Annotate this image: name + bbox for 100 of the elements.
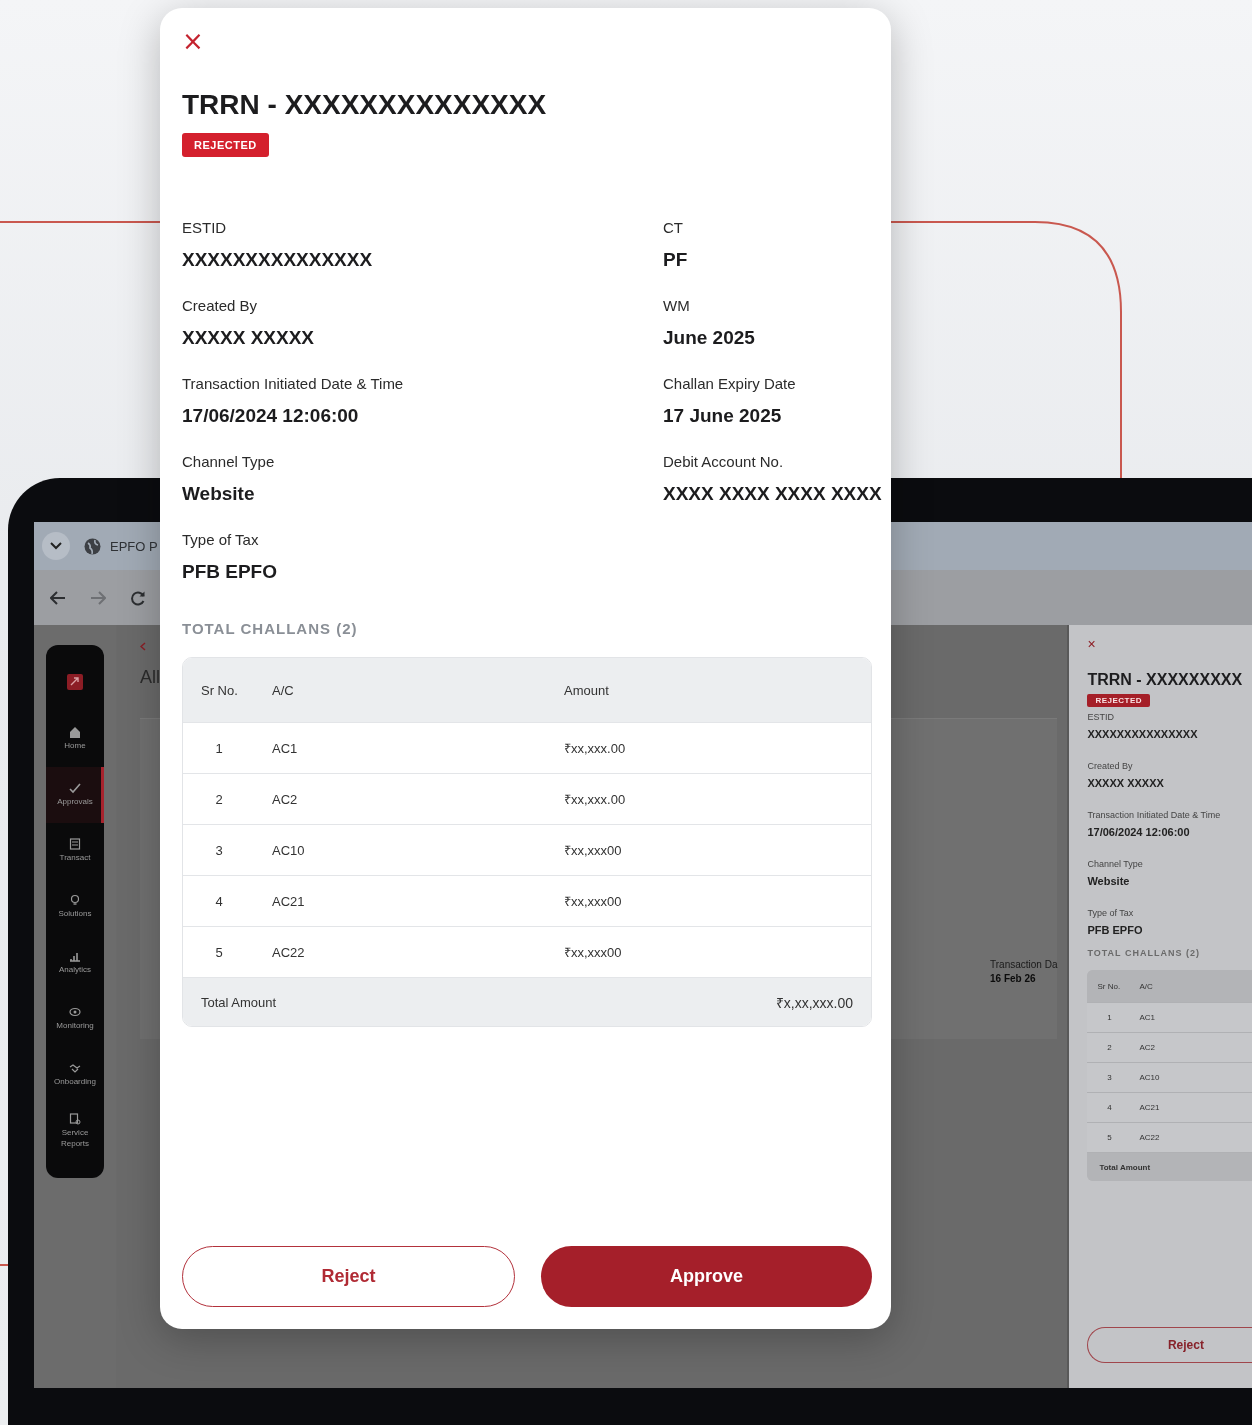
field-label: Debit Account No.	[663, 453, 785, 471]
sidebar-item[interactable]: Monitoring	[46, 991, 104, 1047]
table-cell-text: 3	[1106, 1073, 1113, 1082]
tab-menu-button[interactable]	[42, 532, 70, 560]
sidebar-item[interactable]: Analytics	[46, 935, 104, 991]
sidebar-item[interactable]: Onboarding	[46, 1047, 104, 1103]
sidebar-item[interactable]: Service Reports	[46, 1103, 104, 1159]
field-label: Transaction Initiated Date & Time	[1087, 810, 1222, 820]
bar-chart-icon	[69, 950, 81, 963]
globe-icon	[84, 537, 101, 555]
sidebar-item[interactable]: Transact	[46, 823, 104, 879]
field-value: PF	[663, 248, 689, 272]
field-value: 17 June 2025	[663, 404, 783, 428]
table-cell-text: AC22	[1138, 1133, 1160, 1142]
close-button[interactable]: ×	[182, 34, 204, 48]
panel-title: TRRN - XXXXXXXXX	[1087, 671, 1244, 689]
table-cell-text: ₹xx,xxx00	[564, 944, 622, 961]
sidebar-item[interactable]: Solutions	[46, 879, 104, 935]
column-header: A/C	[271, 682, 295, 698]
table-cell-text: 1	[214, 740, 224, 756]
section-heading: TOTAL CHALLANS (2)	[1087, 948, 1201, 958]
field-label: Channel Type	[182, 453, 276, 471]
field-label: WM	[663, 297, 691, 315]
table-cell-text: 5	[1106, 1133, 1113, 1142]
table-cell-text: AC10	[271, 842, 306, 858]
field-label: Transaction Da	[990, 959, 1058, 970]
house-icon	[69, 726, 81, 739]
field-label: Channel Type	[1087, 859, 1144, 869]
column-header: Amount	[564, 682, 609, 698]
sidebar-label: Home	[63, 741, 87, 752]
sidebar-label: Transact	[58, 853, 92, 864]
eye-icon	[69, 1006, 81, 1019]
field-label: Transaction Initiated Date & Time	[182, 375, 405, 393]
field-label: CT	[663, 219, 684, 237]
table-cell: Total Amount	[1099, 1162, 1151, 1172]
table-cell-text: 2	[1106, 1043, 1113, 1052]
sidebar-label: Monitoring	[55, 1021, 95, 1032]
column-header: Sr No.	[1096, 981, 1122, 991]
section-heading: TOTAL CHALLANS (2)	[182, 620, 359, 637]
field-label: Type of Tax	[1087, 908, 1135, 918]
field-value: PFB EPFO	[1087, 924, 1144, 936]
field-label: Type of Tax	[182, 531, 260, 549]
field-label: Created By	[1087, 761, 1134, 771]
field-value: 17/06/2024 12:06:00	[182, 404, 360, 428]
sidebar-item[interactable]: Home	[46, 711, 104, 767]
table-cell-text: ₹xx,xxx.00	[564, 791, 626, 808]
table-cell-text: AC2	[271, 791, 299, 807]
field-value: Website	[1087, 875, 1131, 887]
field-value: Website	[182, 482, 256, 506]
table-cell-text: AC2	[1138, 1043, 1155, 1052]
table-cell-text: 2	[214, 791, 224, 807]
field-label: ESTID	[1087, 712, 1115, 722]
reject-button[interactable]: Reject	[182, 1246, 515, 1307]
status-badge: REJECTED	[182, 133, 269, 157]
table-cell-text: 3	[214, 842, 224, 858]
field-value: PFB EPFO	[182, 560, 278, 584]
page-title: All	[140, 667, 161, 688]
table-cell-text: AC21	[1138, 1103, 1160, 1112]
field-value: XXXXXXXXXXXXXXX	[1087, 728, 1199, 740]
table-cell-text: 4	[214, 893, 224, 909]
table-cell-text: 1	[1106, 1013, 1113, 1022]
browser-tab[interactable]: EPFO P	[84, 537, 158, 555]
status-badge: REJECTED	[1087, 694, 1151, 707]
sidebar-label: Service Reports	[60, 1128, 90, 1149]
field-value: XXXXX XXXXX	[182, 326, 315, 350]
back-arrow-icon[interactable]	[50, 590, 66, 605]
table-cell: Total Amount	[201, 994, 277, 1010]
field-value: June 2025	[663, 326, 756, 350]
sidebar-label: Solutions	[57, 909, 93, 920]
logo-icon	[67, 674, 83, 690]
approve-button[interactable]: Approve	[541, 1246, 872, 1307]
field-value: XXXX XXXX XXXX XXXX	[663, 482, 882, 506]
close-button[interactable]: ×	[1087, 637, 1252, 651]
table-cell-text: AC22	[271, 944, 306, 960]
column-header: Sr No.	[200, 682, 239, 698]
curve-line	[0, 1264, 9, 1266]
column-header: A/C	[1138, 981, 1153, 991]
reload-icon[interactable]	[130, 589, 146, 606]
bulb-icon	[69, 894, 81, 907]
table-cell-text: AC21	[271, 893, 306, 909]
chevron-down-icon	[50, 542, 62, 550]
table-cell-text: ₹x,xx,xxx.00	[775, 993, 853, 1012]
field-label: ESTID	[182, 219, 228, 237]
field-label: Created By	[182, 297, 259, 315]
field-value: XXXXX XXXXX	[1087, 777, 1165, 789]
document-icon	[69, 838, 81, 851]
table-cell-text: 5	[214, 944, 224, 960]
sidebar-item[interactable]: Approvals	[46, 767, 104, 823]
sidebar-label: Approvals	[56, 797, 94, 808]
table-cell-text: ₹xx,xxx.00	[564, 740, 626, 757]
check-icon	[69, 782, 81, 795]
field-value: XXXXXXXXXXXXXXX	[182, 248, 374, 272]
table-cell-text: ₹xx,xxx00	[564, 842, 622, 859]
table-cell-text: AC10	[1138, 1073, 1160, 1082]
sidebar-label: Onboarding	[53, 1077, 97, 1088]
sidebar-label: Analytics	[58, 965, 92, 976]
table-cell-text: AC1	[271, 740, 299, 756]
table-cell-text: AC1	[1138, 1013, 1155, 1022]
table-cell-text: 4	[1106, 1103, 1113, 1112]
chevron-left-icon	[140, 641, 146, 651]
